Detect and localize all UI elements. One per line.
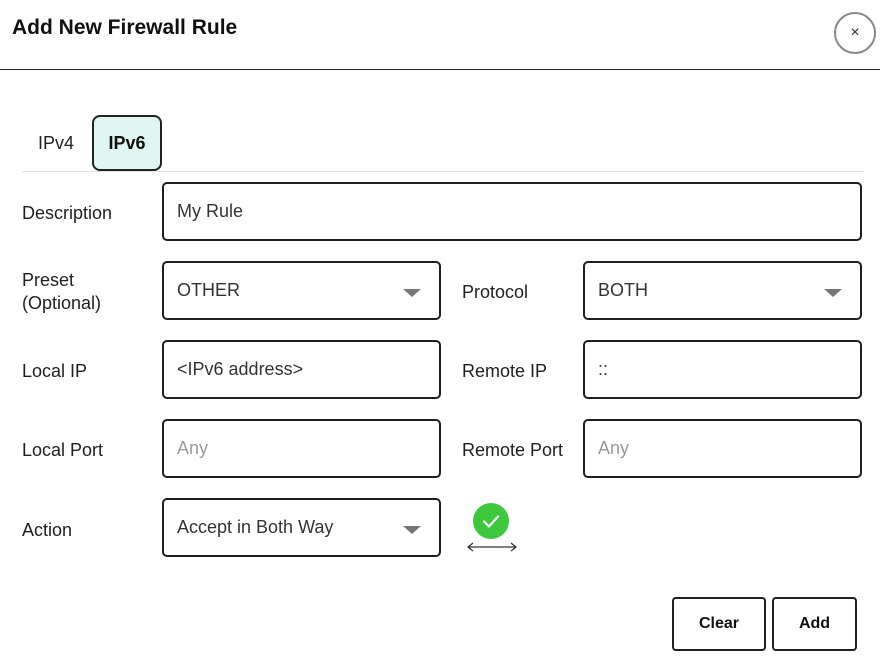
ip-version-tabs: IPv4 IPv6: [22, 115, 864, 172]
protocol-select[interactable]: BOTH: [583, 261, 862, 320]
preset-label: Preset: [22, 270, 75, 290]
close-button[interactable]: ×: [834, 12, 876, 54]
action-direction-indicator: [466, 503, 518, 555]
local-port-input[interactable]: Any: [162, 419, 441, 478]
dialog-title: Add New Firewall Rule: [12, 16, 238, 39]
action-select[interactable]: Accept in Both Way: [162, 498, 441, 557]
clear-button[interactable]: Clear: [672, 597, 766, 651]
action-label: Action: [22, 520, 73, 540]
local-ip-label: Local IP: [22, 361, 88, 381]
protocol-label: Protocol: [462, 282, 529, 302]
chevron-down-icon: [403, 289, 421, 297]
local-ip-input[interactable]: <IPv6 address>: [162, 340, 441, 399]
chevron-down-icon: [403, 526, 421, 534]
remote-port-input[interactable]: Any: [583, 419, 862, 478]
check-circle-icon: [473, 503, 509, 539]
remote-ip-input[interactable]: ::: [583, 340, 862, 399]
remote-ip-label: Remote IP: [462, 361, 548, 381]
description-label: Description: [22, 203, 113, 223]
dialog-header: Add New Firewall Rule ×: [0, 0, 880, 70]
tab-ipv6[interactable]: IPv6: [92, 115, 162, 171]
protocol-value: BOTH: [598, 280, 649, 300]
tab-ipv4[interactable]: IPv4: [22, 115, 90, 171]
remote-port-label: Remote Port: [462, 440, 564, 460]
chevron-down-icon: [824, 289, 842, 297]
double-arrow-icon: [467, 542, 517, 552]
action-value: Accept in Both Way: [177, 517, 334, 537]
preset-value: OTHER: [177, 280, 240, 300]
add-button[interactable]: Add: [772, 597, 857, 651]
preset-select[interactable]: OTHER: [162, 261, 441, 320]
description-input[interactable]: My Rule: [162, 182, 862, 241]
close-icon: ×: [850, 24, 860, 41]
local-port-label: Local Port: [22, 440, 104, 460]
preset-optional-label: (Optional): [22, 293, 102, 313]
